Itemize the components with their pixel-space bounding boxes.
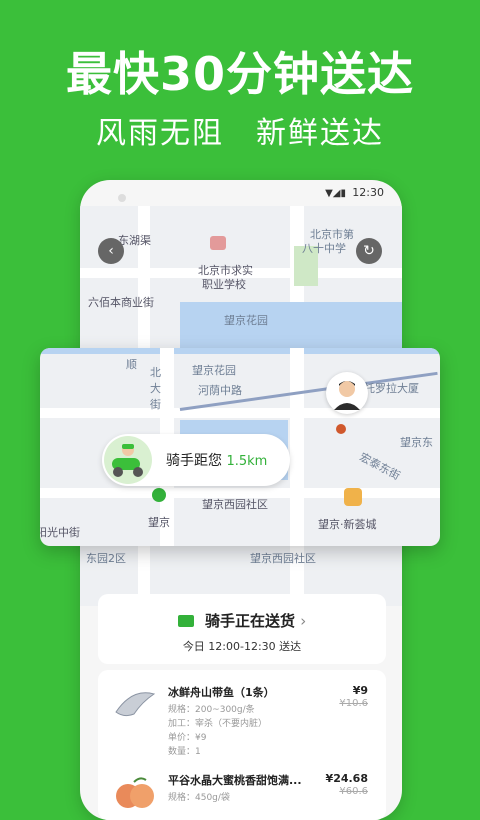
item-old-price: ¥60.6 (339, 786, 368, 797)
location-pin-icon (152, 488, 166, 502)
map-label: 八十中学 (302, 242, 346, 255)
fish-icon (115, 692, 156, 717)
chevron-right-icon: › (300, 612, 307, 630)
rider-info-bubble[interactable]: 骑手距您 1.5km (102, 434, 290, 486)
map-label: 宏泰东街 (357, 450, 403, 483)
rider-distance-label: 骑手距您 (166, 453, 222, 469)
back-button[interactable]: ‹ (98, 238, 124, 264)
map-label: 街 (150, 398, 161, 411)
map-label: 顺 (126, 358, 137, 371)
delivery-status-card[interactable]: 骑手正在送货 › 今日 12:00-12:30 送达 (98, 594, 386, 664)
map-label: 望京花园 (192, 364, 236, 377)
map-label: 望京西园社区 (250, 552, 316, 565)
item-spec: 规格：200~300g/条 (168, 705, 255, 715)
customer-avatar (326, 372, 368, 414)
signal-icon: ▼◢▮ (325, 188, 346, 199)
order-items-card: 冰鲜舟山带鱼（1条） ¥9 ¥10.6 规格：200~300g/条 加工：宰杀（… (98, 670, 386, 820)
headline-title: 最快30分钟送达 (65, 47, 414, 101)
item-name: 平谷水晶大蜜桃香甜饱满... (168, 774, 302, 787)
truck-icon (177, 615, 194, 627)
peach-icon (116, 777, 154, 808)
scooter-rider-icon (112, 444, 143, 477)
person-icon (334, 381, 360, 410)
map-label: 阳光中街 (40, 526, 80, 539)
refresh-button[interactable]: ↻ (356, 238, 382, 264)
school-marker-icon (210, 236, 226, 250)
delivery-time: 今日 12:00-12:30 送达 (182, 640, 302, 653)
destination-marker-icon (336, 424, 346, 434)
map-label: 东园2区 (86, 552, 126, 565)
item-price: ¥9 (352, 684, 368, 697)
headline-subtitle: 风雨无阻 新鲜送达 (96, 116, 384, 151)
map-label: 大 (150, 382, 161, 395)
camera-dot (118, 194, 126, 202)
map-label: 六佰本商业街 (88, 296, 154, 309)
map-label: 望京东 (400, 436, 433, 449)
status-bar: ▼◢▮ 12:30 (80, 180, 402, 206)
map-label: 望京 (148, 516, 170, 529)
rider-distance-value: 1.5km (226, 454, 268, 469)
mall-icon (344, 488, 362, 506)
rider-avatar (104, 436, 152, 484)
item-old-price: ¥10.6 (339, 698, 368, 709)
item-name: 冰鲜舟山带鱼（1条） (168, 686, 275, 699)
status-time: 12:30 (352, 186, 384, 199)
map-card[interactable]: 望京花园 河荫中路 顺 北 大 街 托罗拉大厦 望京东 宏泰东街 望京西园社区 … (40, 348, 440, 546)
map-label: 托罗拉大厦 (364, 382, 419, 395)
map-label: 河荫中路 (198, 384, 242, 397)
map-label: 望京花园 (224, 314, 268, 327)
item-unit-price: 单价：¥9 (168, 733, 207, 743)
item-process: 加工：宰杀（不要内脏） (168, 719, 268, 729)
item-price: ¥24.68 (325, 772, 368, 785)
delivery-status-text: 骑手正在送货 (204, 612, 295, 630)
item-spec: 规格：450g/袋 (168, 793, 230, 803)
map-label: 望京·新荟城 (318, 518, 377, 531)
item-quantity: 数量：1 (168, 747, 201, 757)
map-label: 北 (150, 366, 161, 379)
map-label: 望京西园社区 (202, 498, 268, 511)
map-label: 职业学校 (202, 278, 246, 291)
